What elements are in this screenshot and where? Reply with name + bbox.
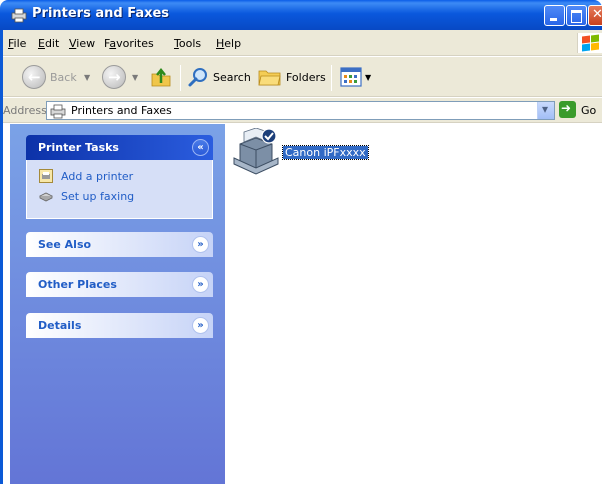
search-icon[interactable] <box>187 66 209 88</box>
folders-icon[interactable] <box>258 67 282 87</box>
views-dropdown-icon[interactable]: ▼ <box>365 73 371 82</box>
panel-title: Other Places <box>38 278 117 291</box>
expand-chevron-icon[interactable]: » <box>192 236 209 253</box>
printer-name-label[interactable]: Canon iPFxxxx <box>282 145 369 160</box>
forward-arrow-icon[interactable] <box>102 65 126 89</box>
expand-chevron-icon[interactable]: » <box>192 276 209 293</box>
views-icon[interactable] <box>340 66 362 88</box>
see-also-panel: See Also » <box>26 232 213 257</box>
menu-file[interactable]: File <box>8 37 26 50</box>
address-label: Address <box>3 104 47 117</box>
forward-dropdown-icon[interactable]: ▼ <box>132 73 138 82</box>
details-header[interactable]: Details » <box>26 313 213 338</box>
other-places-header[interactable]: Other Places » <box>26 272 213 297</box>
panel-title: Printer Tasks <box>38 141 119 154</box>
printer-tasks-panel: Printer Tasks « Add a printer Set up fax… <box>26 135 213 219</box>
task-set-up-faxing[interactable]: Set up faxing <box>39 188 212 208</box>
menu-edit[interactable]: Edit <box>38 37 59 50</box>
collapse-chevron-icon[interactable]: « <box>192 139 209 156</box>
address-bar: Address Printers and Faxes Go <box>0 98 602 123</box>
address-value: Printers and Faxes <box>71 104 172 117</box>
task-add-printer[interactable]: Add a printer <box>39 168 212 188</box>
fax-icon <box>39 192 53 202</box>
go-button-label[interactable]: Go <box>581 104 596 117</box>
default-printer-check-icon <box>261 128 277 144</box>
window-title: Printers and Faxes <box>32 6 170 21</box>
folders-button-label[interactable]: Folders <box>286 71 326 84</box>
windows-logo-icon <box>577 33 602 53</box>
task-label[interactable]: Set up faxing <box>61 190 134 203</box>
printer-tasks-header[interactable]: Printer Tasks « <box>26 135 213 160</box>
printer-folder-icon <box>11 8 27 23</box>
address-field[interactable]: Printers and Faxes <box>46 101 555 120</box>
menu-favorites[interactable]: Favorites <box>104 37 154 50</box>
add-printer-icon <box>39 169 53 183</box>
menu-view[interactable]: View <box>69 37 95 50</box>
menu-help[interactable]: Help <box>216 37 241 50</box>
minimize-button[interactable] <box>544 5 565 26</box>
task-label[interactable]: Add a printer <box>61 170 133 183</box>
go-arrow-icon[interactable] <box>559 101 576 118</box>
task-pane: Printer Tasks « Add a printer Set up fax… <box>10 124 225 484</box>
title-bar[interactable]: Printers and Faxes <box>0 0 602 30</box>
folder-up-icon[interactable] <box>150 66 172 88</box>
back-button-label[interactable]: Back <box>50 71 77 84</box>
expand-chevron-icon[interactable]: » <box>192 317 209 334</box>
menu-tools[interactable]: Tools <box>174 37 201 50</box>
printer-tasks-body: Add a printer Set up faxing <box>26 160 213 219</box>
panel-title: See Also <box>38 238 92 251</box>
details-panel: Details » <box>26 313 213 338</box>
panel-title: Details <box>38 319 82 332</box>
printer-folder-icon <box>50 104 66 119</box>
maximize-button[interactable] <box>566 5 587 26</box>
search-button-label[interactable]: Search <box>213 71 251 84</box>
toolbar: Back ▼ ▼ Search Folders ▼ <box>0 57 602 97</box>
content-pane[interactable] <box>225 124 602 484</box>
see-also-header[interactable]: See Also » <box>26 232 213 257</box>
other-places-panel: Other Places » <box>26 272 213 297</box>
printer-icon[interactable] <box>232 128 282 176</box>
address-dropdown-icon[interactable] <box>537 102 554 119</box>
back-arrow-icon[interactable] <box>22 65 46 89</box>
close-button[interactable] <box>588 5 602 26</box>
menu-bar: File Edit View Favorites Tools Help <box>0 30 602 56</box>
back-dropdown-icon[interactable]: ▼ <box>84 73 90 82</box>
